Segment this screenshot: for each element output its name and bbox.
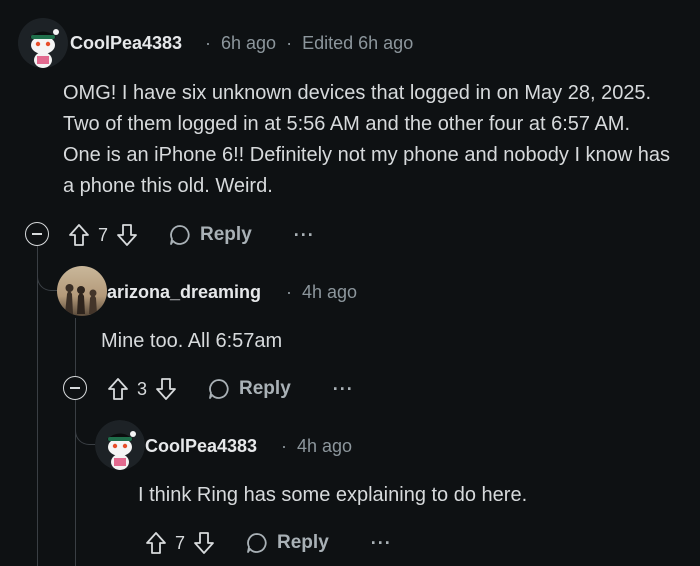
comment-body: Mine too. All 6:57am bbox=[101, 330, 283, 352]
upvote-icon[interactable] bbox=[105, 376, 131, 402]
reply-bubble-icon bbox=[170, 225, 190, 245]
thread-connector-2 bbox=[37, 246, 58, 291]
edited-label: Edited 6h ago bbox=[302, 33, 414, 53]
reply-label: Reply bbox=[239, 378, 291, 399]
vote-count: 7 bbox=[175, 532, 186, 553]
comment-actions: 3 Reply ··· bbox=[105, 374, 354, 404]
downvote-icon[interactable] bbox=[114, 222, 140, 248]
more-options-icon[interactable]: ··· bbox=[371, 534, 392, 552]
more-options-icon[interactable]: ··· bbox=[333, 380, 354, 398]
downvote-icon[interactable] bbox=[153, 376, 179, 402]
comment-body: OMG! I have six unknown devices that log… bbox=[63, 82, 671, 197]
sunset-photo-avatar bbox=[57, 266, 107, 316]
comment-time[interactable]: 4h ago bbox=[297, 436, 352, 456]
upvote-icon[interactable] bbox=[143, 530, 169, 556]
comment-author[interactable]: CoolPea4383 bbox=[70, 33, 182, 54]
vote-count: 7 bbox=[98, 224, 109, 245]
avatar[interactable] bbox=[57, 266, 107, 316]
comment-time[interactable]: 4h ago bbox=[302, 282, 357, 302]
reply-button[interactable]: Reply bbox=[168, 223, 252, 247]
comment-actions: 7 Reply ··· bbox=[143, 528, 392, 558]
more-options-icon[interactable]: ··· bbox=[294, 226, 315, 244]
avatar[interactable] bbox=[18, 18, 68, 68]
comment-actions: 7 Reply ··· bbox=[66, 220, 315, 250]
comment-author[interactable]: arizona_dreaming bbox=[107, 282, 261, 303]
snoo-avatar-icon bbox=[18, 18, 68, 68]
separator: · bbox=[286, 282, 292, 302]
separator: · bbox=[281, 436, 287, 456]
reply-label: Reply bbox=[200, 224, 252, 245]
collapse-icon[interactable] bbox=[63, 376, 87, 400]
separator: · bbox=[286, 33, 293, 53]
thread-connector-3 bbox=[75, 400, 96, 445]
reply-button[interactable]: Reply bbox=[207, 377, 291, 401]
upvote-icon[interactable] bbox=[66, 222, 92, 248]
comment-meta: · 4h ago bbox=[286, 282, 357, 303]
reply-label: Reply bbox=[277, 532, 329, 553]
comment-meta: · 6h ago · Edited 6h ago bbox=[205, 33, 413, 54]
reply-bubble-icon bbox=[209, 379, 229, 399]
comment-time[interactable]: 6h ago bbox=[221, 33, 276, 53]
collapse-icon[interactable] bbox=[25, 222, 49, 246]
downvote-icon[interactable] bbox=[191, 530, 217, 556]
comment-body: I think Ring has some explaining to do h… bbox=[138, 484, 528, 506]
thread-line-1 bbox=[37, 246, 38, 566]
snoo-avatar-icon bbox=[95, 420, 145, 470]
reply-bubble-icon bbox=[247, 533, 267, 553]
vote-count: 3 bbox=[137, 378, 148, 399]
avatar[interactable] bbox=[95, 420, 145, 470]
reply-button[interactable]: Reply bbox=[245, 531, 329, 555]
comment-meta: · 4h ago bbox=[281, 436, 352, 457]
comment-author[interactable]: CoolPea4383 bbox=[145, 436, 257, 457]
separator: · bbox=[205, 33, 211, 53]
thread-line-2 bbox=[75, 318, 76, 376]
